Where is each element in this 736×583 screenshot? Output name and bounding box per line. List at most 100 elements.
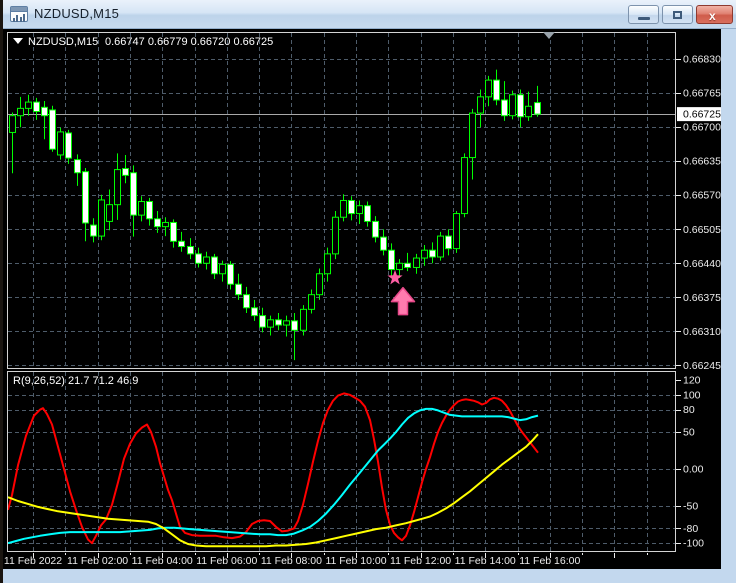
time-axis-label: 11 Feb 04:00: [132, 555, 193, 567]
time-axis-label: 11 Feb 2022: [4, 555, 62, 567]
price-axis-label: 0.66700: [683, 122, 721, 134]
candle-bull: [413, 257, 420, 268]
candle-bull: [57, 131, 64, 156]
minimize-button[interactable]: [628, 5, 659, 24]
current-price-value: 0.66725: [683, 109, 721, 121]
time-axis-label: 11 Feb 12:00: [390, 555, 451, 567]
candle-bull: [283, 320, 290, 326]
restore-icon: [673, 11, 682, 19]
chart-header: NZDUSD,M15 0.66747 0.66779 0.66720 0.6672…: [13, 36, 273, 48]
candle-bear: [380, 236, 387, 251]
candle-bull: [477, 96, 484, 114]
candle-bear: [517, 94, 524, 118]
price-axis-label: 0.66310: [683, 326, 721, 338]
header-symbol-timeframe: NZDUSD,M15: [28, 36, 98, 48]
candle-bull: [525, 105, 532, 118]
time-axis-label: 11 Feb 02:00: [67, 555, 128, 567]
time-axis-label: 11 Feb 10:00: [325, 555, 386, 567]
candle-bear: [235, 283, 242, 296]
close-icon: x: [709, 9, 716, 23]
candle-bear: [372, 220, 379, 238]
close-button[interactable]: x: [696, 5, 733, 24]
candle-bull: [308, 294, 315, 310]
price-axis-label: 0.66440: [683, 258, 721, 270]
indicator-label: R(9,26,52) 21.7 71.2 46.9: [13, 375, 138, 387]
price-axis-label: 0.66375: [683, 292, 721, 304]
candle-bull: [332, 216, 339, 255]
candle-bear: [33, 101, 40, 113]
price-axis-label: 0.66570: [683, 190, 721, 202]
candle-bull: [340, 199, 347, 218]
candle-bear: [82, 171, 89, 224]
candle-bull: [300, 308, 307, 331]
candle-bull: [138, 201, 145, 216]
window-title: NZDUSD,M15: [34, 6, 120, 21]
candle-bear: [65, 132, 72, 159]
time-axis-label: 11 Feb 14:00: [455, 555, 516, 567]
candle-bear: [259, 315, 266, 328]
candle-bear: [251, 307, 258, 317]
indicator-axis-label: -80: [683, 523, 698, 535]
candle-bull: [106, 204, 113, 222]
minimize-icon: [638, 17, 650, 20]
candle-bear: [187, 246, 194, 255]
indicator-axis-label: 0.00: [683, 464, 704, 476]
candle-bear: [501, 99, 508, 117]
candle-bull: [324, 253, 331, 275]
candle-bear: [348, 199, 355, 215]
chart-background: [3, 29, 721, 569]
candle-bear: [154, 218, 161, 228]
price-chart-svg[interactable]: NZDUSD,M15 0.66747 0.66779 0.66720 0.6672…: [3, 29, 721, 569]
candle-bear: [122, 168, 129, 176]
candle-bear: [243, 294, 250, 309]
time-axis-label: 11 Feb 06:00: [196, 555, 257, 567]
candle-bull: [421, 249, 428, 259]
indicator-axis-label: 80: [683, 404, 695, 416]
candle-bear: [388, 249, 395, 271]
candle-bull: [17, 107, 24, 117]
candle-bull: [162, 221, 169, 228]
time-axis[interactable]: 11 Feb 2022 11 Feb 02:00 11 Feb 04:00 11 Fe…: [4, 553, 648, 567]
candle-bull: [25, 101, 32, 109]
candle-bear: [211, 256, 218, 275]
candle-bull: [461, 157, 468, 215]
indicator-axis-label: 50: [683, 427, 695, 439]
candle-bull: [469, 112, 476, 159]
candle-bull: [453, 213, 460, 250]
candle-bear: [445, 235, 452, 250]
candle-bear: [90, 224, 97, 237]
candle-bear: [227, 263, 234, 285]
candle-bull: [509, 94, 516, 117]
indicator-axis-label: 120: [683, 375, 701, 387]
candle-bull: [267, 319, 274, 328]
candle-bull: [98, 199, 105, 237]
candle-bear: [146, 201, 153, 220]
candle-bear: [130, 172, 137, 216]
chart-window-icon: [10, 6, 28, 22]
price-axis-label: 0.66635: [683, 156, 721, 168]
indicator-axis-label: -50: [683, 501, 698, 513]
time-axis-label: 11 Feb 16:00: [519, 555, 580, 567]
chart-client-area: NZDUSD,M15 0.66747 0.66779 0.66720 0.6672…: [3, 29, 721, 569]
candle-bear: [429, 249, 436, 258]
price-axis-label: 0.66765: [683, 88, 721, 100]
candle-bear: [41, 106, 48, 117]
candle-bear: [534, 102, 541, 115]
indicator-axis-label: 100: [683, 389, 701, 401]
candle-bear: [291, 320, 298, 331]
indicator-axis-label: -100: [683, 538, 704, 550]
price-axis-label: 0.66505: [683, 224, 721, 236]
restore-button[interactable]: [662, 5, 693, 24]
candle-bear: [404, 262, 411, 268]
candle-bear: [275, 319, 282, 326]
window-titlebar[interactable]: NZDUSD,M15 x: [3, 0, 736, 29]
candle-bull: [356, 205, 363, 215]
candle-bear: [178, 240, 185, 248]
candle-bear: [170, 221, 177, 242]
mt4-chart-window: { "window": { "title": "NZDUSD,M15", "co…: [0, 0, 736, 583]
candle-bull: [203, 256, 210, 264]
candle-bear: [364, 205, 371, 222]
price-axis-label: 0.66245: [683, 360, 721, 372]
candle-bull: [219, 263, 226, 275]
time-axis-label: 11 Feb 08:00: [261, 555, 322, 567]
